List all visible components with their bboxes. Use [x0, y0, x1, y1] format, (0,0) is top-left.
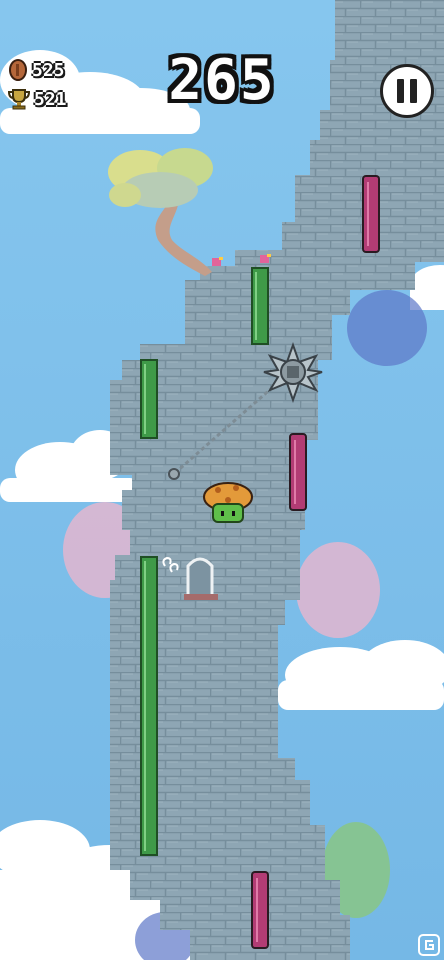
pink-platform-top	[362, 175, 380, 253]
current-score: 265	[168, 48, 276, 113]
green-platform-middle	[140, 359, 158, 439]
chain-anchor	[168, 468, 180, 480]
green-platform-top	[251, 267, 269, 345]
watermark-logo	[418, 934, 440, 956]
pink-platform-middle	[289, 433, 307, 511]
blue-bush	[347, 290, 427, 366]
pink-platform-bottom	[251, 871, 269, 949]
pause-icon	[397, 79, 404, 103]
pause-button[interactable]	[380, 64, 434, 118]
green-platform-long	[140, 556, 158, 856]
game-scene	[0, 0, 444, 960]
pause-icon-bar	[410, 79, 417, 103]
pink-bush-right	[296, 542, 380, 638]
